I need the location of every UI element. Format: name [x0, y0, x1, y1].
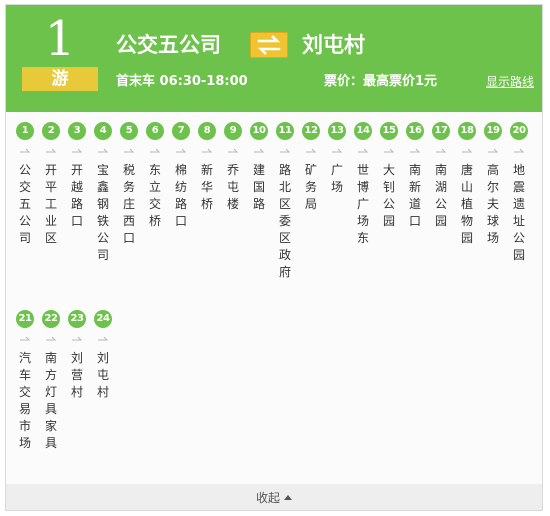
stop-number-badge: 11 [276, 122, 294, 140]
stop-number-badge: 8 [198, 122, 216, 140]
direction-arrow-icon [20, 148, 30, 153]
direction-arrow-icon [280, 148, 290, 153]
service-hours: 首末车 06:30-18:00 [116, 74, 248, 89]
direction-arrow-icon [254, 148, 264, 153]
swap-direction-button[interactable] [250, 32, 288, 58]
stop-name: 税务庄西口 [123, 163, 136, 245]
stop-number-badge: 22 [42, 310, 60, 328]
stop-name: 建国路 [253, 163, 266, 211]
stop-name: 新华桥 [201, 163, 214, 211]
destination-stop: 刘屯村 [302, 33, 365, 57]
direction-arrow-icon [332, 148, 342, 153]
stop-number-badge: 23 [68, 310, 86, 328]
stop-name: 棉纺路口 [175, 163, 188, 228]
direction-arrow-icon [176, 148, 186, 153]
stop-number-badge: 21 [16, 310, 34, 328]
direction-arrow-icon [514, 148, 524, 153]
direction-arrow-icon [462, 148, 472, 153]
direction-arrow-icon [410, 148, 420, 153]
direction-arrow-icon [72, 336, 82, 341]
caret-up-icon [284, 495, 292, 500]
bus-route-card: 1 游 公交五公司 刘屯村 首末车 06:30-18:00 票价：最高票价1元 … [5, 4, 543, 511]
stop-number-badge: 13 [328, 122, 346, 140]
stop-name: 南方灯具家具 [45, 351, 58, 450]
direction-arrow-icon [306, 148, 316, 153]
direction-arrow-icon [228, 148, 238, 153]
direction-arrow-icon [98, 336, 108, 341]
stop-number-badge: 4 [94, 122, 112, 140]
stop-number-badge: 15 [380, 122, 398, 140]
collapse-button[interactable]: 收起 [6, 484, 542, 510]
route-header: 1 游 公交五公司 刘屯村 首末车 06:30-18:00 票价：最高票价1元 … [6, 5, 542, 112]
route-type-tag: 游 [22, 67, 98, 91]
direction-arrow-icon [46, 336, 56, 341]
direction-arrow-icon [488, 148, 498, 153]
stop-name: 公交五公司 [19, 163, 32, 245]
stop-number-badge: 16 [406, 122, 424, 140]
stop-number-badge: 5 [120, 122, 138, 140]
stop-name: 地震遗址公园 [513, 163, 526, 262]
stop-number-badge: 18 [458, 122, 476, 140]
stop-number-badge: 14 [354, 122, 372, 140]
direction-arrow-icon [20, 336, 30, 341]
stop-number-badge: 20 [510, 122, 528, 140]
collapse-label: 收起 [255, 491, 280, 505]
show-route-link[interactable]: 显示路线 [486, 74, 534, 90]
direction-arrow-icon [72, 148, 82, 153]
direction-arrow-icon [98, 148, 108, 153]
stop-number-badge: 17 [432, 122, 450, 140]
fare-info: 票价：最高票价1元 [324, 74, 438, 89]
stop-name: 东立交桥 [149, 163, 162, 228]
stop-number-badge: 2 [42, 122, 60, 140]
stop-name: 开平工业区 [45, 163, 58, 245]
stop-name: 汽车交易市场 [19, 351, 32, 450]
stop-name: 大钊公园 [383, 163, 396, 228]
direction-arrow-icon [46, 148, 56, 153]
stop-number-badge: 7 [172, 122, 190, 140]
direction-arrow-icon [358, 148, 368, 153]
stop-name: 宝鑫钢铁公司 [97, 163, 110, 262]
direction-arrow-icon [384, 148, 394, 153]
direction-arrow-icon [124, 148, 134, 153]
stop-name: 开越路口 [71, 163, 84, 228]
stop-name: 世博广场东 [357, 163, 370, 245]
stop-number-badge: 9 [224, 122, 242, 140]
stop-number-badge: 6 [146, 122, 164, 140]
route-number: 1 [44, 11, 76, 67]
swap-arrows-icon [257, 35, 281, 55]
stop-name: 南新道口 [409, 163, 422, 228]
stop-name: 高尔夫球场 [487, 163, 500, 245]
stop-number-badge: 12 [302, 122, 320, 140]
stop-name: 路北区委区政府 [279, 163, 292, 279]
stop-name: 刘屯村 [97, 351, 110, 399]
direction-arrow-icon [150, 148, 160, 153]
stop-name: 刘营村 [71, 351, 84, 399]
direction-arrow-icon [436, 148, 446, 153]
stop-number-badge: 24 [94, 310, 112, 328]
stop-number-badge: 1 [16, 122, 34, 140]
stop-name: 矿务局 [305, 163, 318, 211]
stop-name: 乔屯楼 [227, 163, 240, 211]
stop-number-badge: 3 [68, 122, 86, 140]
stop-name: 南湖公园 [435, 163, 448, 228]
stop-name: 唐山植物园 [461, 163, 474, 245]
stop-number-badge: 10 [250, 122, 268, 140]
stop-number-badge: 19 [484, 122, 502, 140]
stop-name: 广场 [331, 163, 344, 194]
direction-arrow-icon [202, 148, 212, 153]
origin-stop: 公交五公司 [116, 33, 221, 57]
